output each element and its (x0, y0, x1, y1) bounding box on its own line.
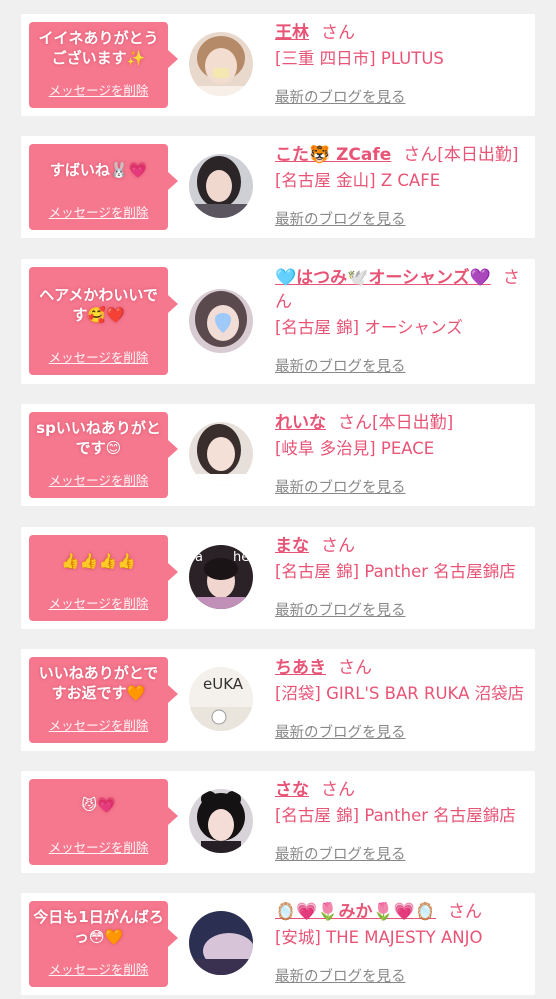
profile-info: まな さん [名古屋 錦] Panther 名古屋錦店 (275, 534, 527, 584)
message-text: ヘアメかわいいです🥰❤️ (39, 286, 158, 324)
profile-name-link[interactable]: まな (275, 536, 309, 556)
profile-name-link[interactable]: れいな (275, 413, 326, 433)
message-text: すばいね🐰💗 (49, 161, 148, 179)
message-list: イイネありがとうございます✨ メッセージを削除 王林 さん [三重 四日市] PL… (0, 0, 556, 999)
honorific: さん (321, 23, 355, 43)
message-text: いいねありがとですお返です🧡 (38, 664, 159, 702)
profile-info: 王林 さん [三重 四日市] PLUTUS (275, 21, 527, 71)
svg-text:a: a (195, 550, 203, 565)
message-text: イイネありがとうございます✨ (38, 29, 159, 67)
delete-message-link[interactable]: メッセージを削除 (29, 593, 168, 612)
avatar[interactable] (189, 422, 253, 486)
latest-blog-link[interactable]: 最新のブログを見る (275, 965, 406, 986)
svg-text:eUKA: eUKA (203, 675, 244, 693)
avatar[interactable] (189, 289, 253, 353)
profile-name-link[interactable]: 🩵はつみ🕊️オーシャンズ💜 (275, 268, 491, 288)
message-text: 😼💗 (81, 796, 116, 814)
avatar[interactable]: eUKA (189, 667, 253, 731)
latest-blog-link[interactable]: 最新のブログを見る (275, 599, 406, 620)
shop-name: [名古屋 錦] オーシャンズ (275, 318, 463, 337)
list-item: 今日も1日がんばろっ😳🧡 メッセージを削除 🪞💗🌷みか🌷💗🪞 さん [安城] TH… (21, 893, 535, 995)
message-bubble: 今日も1日がんばろっ😳🧡 メッセージを削除 (29, 901, 178, 987)
shop-name: [名古屋 金山] Z CAFE (275, 171, 441, 190)
message-text: 今日も1日がんばろっ😳🧡 (33, 908, 164, 946)
list-item: ヘアメかわいいです🥰❤️ メッセージを削除 🩵はつみ🕊️オーシャンズ💜 さん [名… (21, 259, 535, 384)
profile-info: ちあき さん [沼袋] GIRL'S BAR RUKA 沼袋店 (275, 656, 527, 706)
shop-name: [名古屋 錦] Panther 名古屋錦店 (275, 806, 516, 825)
profile-name-link[interactable]: こた🐯 ZCafe (275, 145, 391, 165)
avatar[interactable] (189, 789, 253, 853)
list-item: イイネありがとうございます✨ メッセージを削除 王林 さん [三重 四日市] PL… (21, 14, 535, 116)
honorific: さん (448, 902, 483, 922)
honorific: さん (321, 536, 355, 556)
shop-name: [安城] THE MAJESTY ANJO (275, 928, 483, 947)
latest-blog-link[interactable]: 最新のブログを見る (275, 843, 406, 864)
profile-name-link[interactable]: さな (275, 780, 309, 800)
profile-name-link[interactable]: 王林 (275, 23, 309, 43)
shop-name: [名古屋 錦] Panther 名古屋錦店 (275, 562, 516, 581)
status-tag: [本日出勤] (437, 145, 519, 165)
profile-name-link[interactable]: ちあき (275, 658, 326, 678)
message-bubble: すばいね🐰💗 メッセージを削除 (29, 144, 178, 230)
delete-message-link[interactable]: メッセージを削除 (29, 202, 168, 221)
avatar[interactable]: a he (189, 545, 253, 609)
message-bubble: ヘアメかわいいです🥰❤️ メッセージを削除 (29, 267, 178, 375)
message-bubble: 😼💗 メッセージを削除 (29, 779, 178, 865)
profile-info: こた🐯 ZCafe さん[本日出勤] [名古屋 金山] Z CAFE (275, 143, 527, 193)
honorific: さん (338, 658, 372, 678)
delete-message-link[interactable]: メッセージを削除 (29, 470, 168, 489)
list-item: いいねありがとですお返です🧡 メッセージを削除 eUKA ちあき さん [沼袋] … (21, 649, 535, 751)
delete-message-link[interactable]: メッセージを削除 (29, 347, 168, 366)
latest-blog-link[interactable]: 最新のブログを見る (275, 355, 406, 376)
avatar[interactable] (189, 911, 253, 975)
profile-info: 🩵はつみ🕊️オーシャンズ💜 さん [名古屋 錦] オーシャンズ (275, 266, 527, 340)
message-bubble: 👍👍👍👍 メッセージを削除 (29, 535, 178, 621)
honorific: さん (403, 145, 438, 165)
svg-text:he: he (233, 550, 249, 565)
latest-blog-link[interactable]: 最新のブログを見る (275, 208, 406, 229)
delete-message-link[interactable]: メッセージを削除 (29, 837, 168, 856)
list-item: すばいね🐰💗 メッセージを削除 こた🐯 ZCafe さん[本日出勤] [名古屋 金… (21, 136, 535, 238)
avatar[interactable] (189, 154, 253, 218)
list-item: 😼💗 メッセージを削除 さな さん [名古屋 錦] Panther 名古屋錦店 最… (21, 771, 535, 873)
honorific: さん (338, 413, 372, 433)
shop-name: [沼袋] GIRL'S BAR RUKA 沼袋店 (275, 684, 525, 703)
shop-name: [三重 四日市] PLUTUS (275, 49, 444, 68)
delete-message-link[interactable]: メッセージを削除 (29, 80, 168, 99)
latest-blog-link[interactable]: 最新のブログを見る (275, 476, 406, 497)
honorific: さん (321, 780, 355, 800)
avatar[interactable] (189, 32, 253, 96)
delete-message-link[interactable]: メッセージを削除 (29, 715, 168, 734)
profile-info: さな さん [名古屋 錦] Panther 名古屋錦店 (275, 778, 527, 828)
status-tag: [本日出勤] (372, 413, 454, 433)
delete-message-link[interactable]: メッセージを削除 (29, 959, 168, 978)
message-text: 👍👍👍👍 (61, 552, 136, 570)
list-item: 👍👍👍👍 メッセージを削除 a he まな さん [名古屋 錦] Panther … (21, 527, 535, 629)
profile-name-link[interactable]: 🪞💗🌷みか🌷💗🪞 (275, 902, 436, 922)
profile-info: れいな さん[本日出勤] [岐阜 多治見] PEACE (275, 411, 527, 461)
message-text: spいいねありがとです😊 (36, 419, 161, 457)
profile-info: 🪞💗🌷みか🌷💗🪞 さん [安城] THE MAJESTY ANJO (275, 900, 527, 950)
message-bubble: いいねありがとですお返です🧡 メッセージを削除 (29, 657, 178, 743)
message-bubble: spいいねありがとです😊 メッセージを削除 (29, 412, 178, 498)
latest-blog-link[interactable]: 最新のブログを見る (275, 721, 406, 742)
shop-name: [岐阜 多治見] PEACE (275, 439, 435, 458)
latest-blog-link[interactable]: 最新のブログを見る (275, 86, 406, 107)
list-item: spいいねありがとです😊 メッセージを削除 れいな さん[本日出勤] [岐阜 多治… (21, 404, 535, 506)
message-bubble: イイネありがとうございます✨ メッセージを削除 (29, 22, 178, 108)
